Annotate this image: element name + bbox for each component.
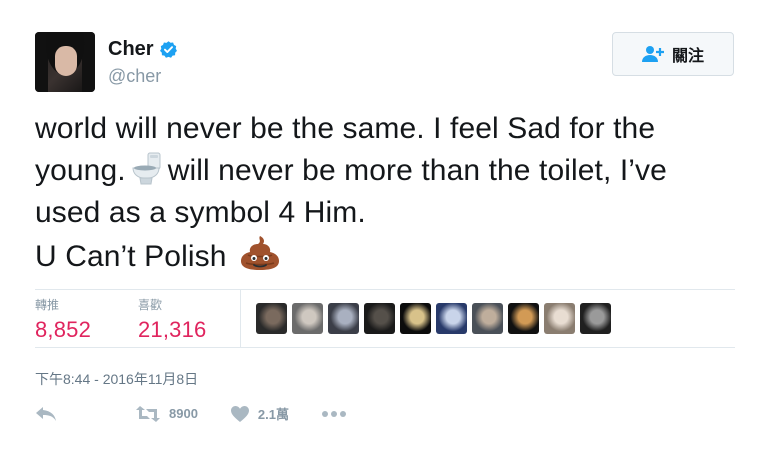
pile-of-poo-emoji-icon bbox=[240, 236, 279, 270]
reply-icon bbox=[36, 406, 56, 421]
divider-top bbox=[35, 289, 735, 290]
liker-avatar[interactable] bbox=[292, 303, 323, 334]
author-handle[interactable]: @cher bbox=[108, 66, 161, 87]
liker-avatar[interactable] bbox=[256, 303, 287, 334]
toilet-emoji-icon bbox=[132, 152, 161, 185]
tweet-text: world will never be the same. I feel Sad… bbox=[35, 108, 745, 278]
liker-avatar[interactable] bbox=[544, 303, 575, 334]
reply-button[interactable] bbox=[35, 405, 57, 423]
author-name-row: Cher bbox=[108, 38, 178, 61]
tweet-line-3: used as a symbol 4 Him. bbox=[35, 196, 366, 229]
retweet-stat[interactable]: 轉推 8,852 bbox=[35, 296, 91, 343]
stats-separator bbox=[240, 289, 241, 348]
liker-avatar[interactable] bbox=[400, 303, 431, 334]
like-stat-value: 21,316 bbox=[138, 317, 207, 342]
liker-avatar[interactable] bbox=[580, 303, 611, 334]
tweet-line-2-start: young. bbox=[35, 154, 126, 187]
retweet-count: 8900 bbox=[169, 406, 198, 421]
tweet-timestamp[interactable]: 下午8:44 - 2016年11月8日 bbox=[35, 369, 198, 389]
heart-icon bbox=[230, 405, 249, 422]
tweet-line-2: young. will never be more than the toile… bbox=[35, 150, 745, 192]
more-dots-icon bbox=[322, 410, 346, 417]
tweet-line-1: world will never be the same. I feel Sad… bbox=[35, 112, 656, 145]
retweet-stat-label: 轉推 bbox=[35, 298, 60, 312]
liker-avatar[interactable] bbox=[472, 303, 503, 334]
more-button[interactable] bbox=[321, 410, 347, 418]
likers-avatars bbox=[256, 303, 616, 334]
follow-button-label: 關注 bbox=[671, 48, 704, 65]
retweet-stat-value: 8,852 bbox=[35, 317, 92, 342]
like-button[interactable]: 2.1萬 bbox=[230, 404, 289, 423]
like-count: 2.1萬 bbox=[257, 407, 289, 422]
display-name[interactable]: Cher bbox=[108, 38, 154, 61]
like-stat-label: 喜歡 bbox=[138, 298, 163, 312]
retweet-icon bbox=[136, 405, 160, 422]
liker-avatar[interactable] bbox=[328, 303, 359, 334]
follow-button[interactable]: 關注 bbox=[612, 32, 734, 76]
liker-avatar[interactable] bbox=[364, 303, 395, 334]
tweet-actions: 8900 2.1萬 bbox=[35, 404, 379, 423]
avatar[interactable] bbox=[35, 32, 95, 92]
retweet-button[interactable]: 8900 bbox=[135, 405, 198, 423]
liker-avatar[interactable] bbox=[436, 303, 467, 334]
liker-avatar[interactable] bbox=[508, 303, 539, 334]
like-stat[interactable]: 喜歡 21,316 bbox=[138, 296, 207, 343]
tweet-line-4: U Can’t Polish bbox=[35, 234, 745, 278]
tweet-line-2-end: will never be more than the toilet, I’ve bbox=[167, 154, 667, 187]
add-user-icon bbox=[641, 46, 664, 62]
tweet-line-4-text: U Can’t Polish bbox=[35, 240, 227, 273]
avatar-face bbox=[55, 46, 77, 76]
verified-badge-icon bbox=[159, 41, 177, 58]
divider-bottom bbox=[35, 347, 735, 348]
